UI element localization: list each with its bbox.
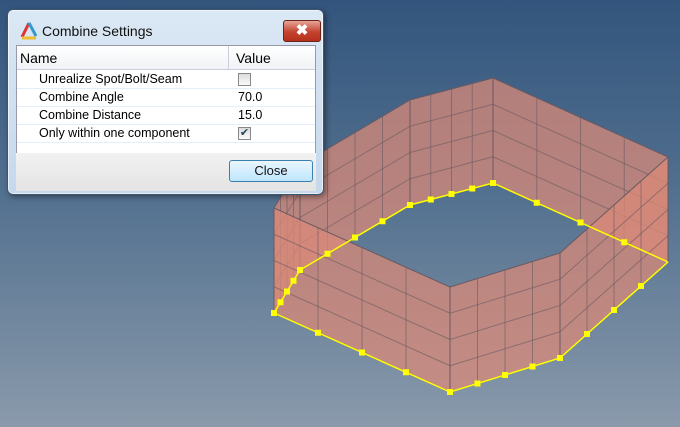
edge-node[interactable] (621, 239, 628, 246)
edge-node[interactable] (277, 299, 284, 306)
row-one-component[interactable]: Only within one component ✔ (17, 124, 315, 143)
check-icon: ✔ (239, 127, 250, 139)
edge-node[interactable] (557, 355, 563, 361)
edge-node[interactable] (407, 202, 413, 208)
combine-distance-value[interactable]: 15.0 (238, 108, 262, 122)
unrealize-checkbox[interactable] (238, 73, 251, 86)
column-header-value[interactable]: Value (236, 50, 271, 66)
grid-header: Name Value (17, 46, 315, 70)
row-label: Combine Angle (39, 90, 124, 104)
settings-grid: Name Value Unrealize Spot/Bolt/Seam Comb… (16, 45, 316, 155)
combine-angle-value[interactable]: 70.0 (238, 90, 262, 104)
close-icon: ✖ (295, 22, 309, 39)
close-window-button[interactable]: ✖ (283, 20, 321, 42)
edge-node[interactable] (297, 267, 303, 273)
row-label: Only within one component (39, 126, 190, 140)
edge-node[interactable] (403, 369, 409, 376)
edge-node[interactable] (427, 196, 434, 203)
dialog-title: Combine Settings (42, 23, 153, 39)
edge-node[interactable] (324, 250, 331, 257)
one-component-checkbox[interactable]: ✔ (238, 127, 251, 140)
edge-node[interactable] (502, 372, 508, 378)
edge-node[interactable] (474, 380, 481, 387)
row-unrealize[interactable]: Unrealize Spot/Bolt/Seam (17, 70, 315, 89)
app-logo-icon (20, 22, 38, 40)
edge-node[interactable] (448, 191, 455, 197)
octagonal-ring-model (271, 77, 669, 395)
edge-node[interactable] (447, 389, 453, 395)
row-combine-distance[interactable]: Combine Distance 15.0 (17, 106, 315, 125)
edge-node[interactable] (290, 277, 297, 284)
row-label: Combine Distance (39, 108, 142, 122)
row-combine-angle[interactable]: Combine Angle 70.0 (17, 88, 315, 107)
edge-node[interactable] (359, 349, 365, 356)
row-label: Unrealize Spot/Bolt/Seam (39, 72, 183, 86)
close-button[interactable]: Close (229, 160, 313, 182)
edge-node[interactable] (490, 180, 496, 186)
edge-node[interactable] (638, 283, 644, 289)
edge-node[interactable] (469, 185, 476, 192)
column-header-name[interactable]: Name (20, 50, 57, 66)
edge-node[interactable] (529, 363, 536, 370)
edge-node[interactable] (584, 331, 590, 337)
edge-node[interactable] (315, 329, 321, 336)
combine-settings-dialog: Combine Settings ✖ Name Value Unrealize … (7, 9, 324, 195)
edge-node[interactable] (352, 234, 358, 241)
edge-node[interactable] (611, 307, 617, 313)
edge-node[interactable] (284, 288, 290, 295)
edge-node[interactable] (271, 310, 277, 316)
edge-node[interactable] (533, 199, 540, 206)
edge-node[interactable] (577, 219, 584, 226)
edge-node[interactable] (379, 218, 386, 225)
